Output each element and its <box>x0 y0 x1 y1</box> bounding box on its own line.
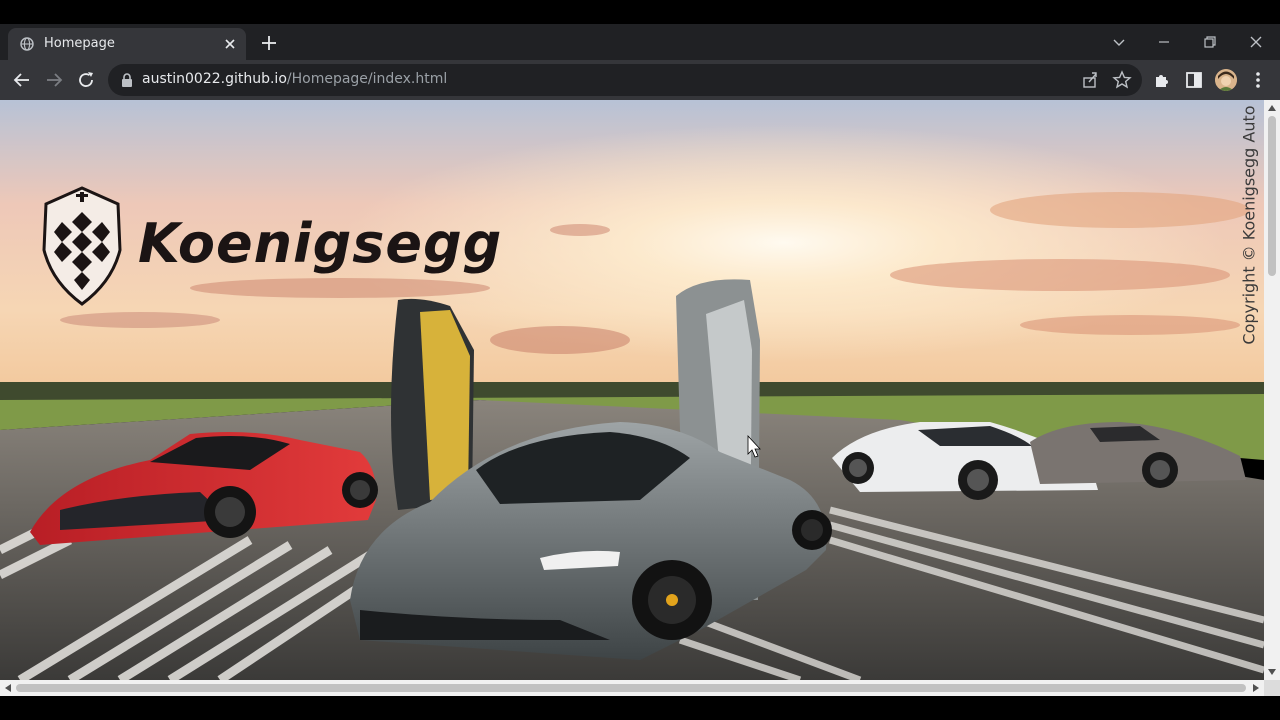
tab-title: Homepage <box>44 36 115 51</box>
puzzle-icon[interactable] <box>1150 68 1174 92</box>
close-window-icon[interactable] <box>1244 30 1268 54</box>
minimize-icon[interactable] <box>1152 30 1176 54</box>
tab-homepage[interactable]: Homepage <box>8 28 246 60</box>
new-tab-icon[interactable] <box>258 32 280 54</box>
reload-icon[interactable] <box>74 68 98 92</box>
copyright-text: Copyright © Koenigsegg Auto <box>1239 105 1259 345</box>
scrollbar-corner <box>1264 680 1280 696</box>
vertical-scroll-thumb[interactable] <box>1268 116 1276 276</box>
scroll-right-icon[interactable] <box>1251 683 1261 693</box>
letterbox-top <box>0 0 1280 24</box>
lock-icon[interactable] <box>120 72 134 88</box>
arrow-left-icon[interactable] <box>10 68 34 92</box>
side-panel-icon[interactable] <box>1182 68 1206 92</box>
url-host: austin0022.github.io <box>142 71 287 87</box>
vertical-scrollbar[interactable] <box>1264 100 1280 680</box>
tab-strip: Homepage <box>0 24 1280 60</box>
scroll-up-icon[interactable] <box>1267 103 1277 113</box>
hero-image <box>0 100 1264 680</box>
tab-search-icon[interactable] <box>1107 30 1131 54</box>
page-viewport: Koenigsegg Copyright © Koenigsegg Auto <box>0 100 1264 680</box>
scroll-down-icon[interactable] <box>1267 667 1277 677</box>
share-icon[interactable] <box>1080 70 1100 90</box>
horizontal-scrollbar[interactable] <box>0 680 1264 696</box>
profile-avatar[interactable] <box>1215 69 1237 91</box>
address-bar[interactable]: austin0022.github.io/Homepage/index.html <box>108 64 1142 96</box>
letterbox-bottom <box>0 696 1280 720</box>
avatar-face-icon <box>1215 69 1237 91</box>
close-tab-icon[interactable] <box>220 34 240 54</box>
kebab-menu-icon[interactable] <box>1246 68 1270 92</box>
star-icon[interactable] <box>1112 70 1132 90</box>
brand-wordmark: Koenigsegg <box>138 212 503 275</box>
scroll-left-icon[interactable] <box>3 683 13 693</box>
copyright-vertical: Copyright © Koenigsegg Auto <box>1236 100 1262 350</box>
url-text[interactable]: austin0022.github.io/Homepage/index.html <box>142 71 447 87</box>
globe-icon <box>20 37 34 51</box>
horizontal-scroll-thumb[interactable] <box>16 684 1246 692</box>
browser-toolbar: austin0022.github.io/Homepage/index.html <box>0 60 1280 100</box>
restore-icon[interactable] <box>1198 30 1222 54</box>
arrow-right-icon[interactable] <box>42 68 66 92</box>
url-path: /Homepage/index.html <box>286 71 448 87</box>
